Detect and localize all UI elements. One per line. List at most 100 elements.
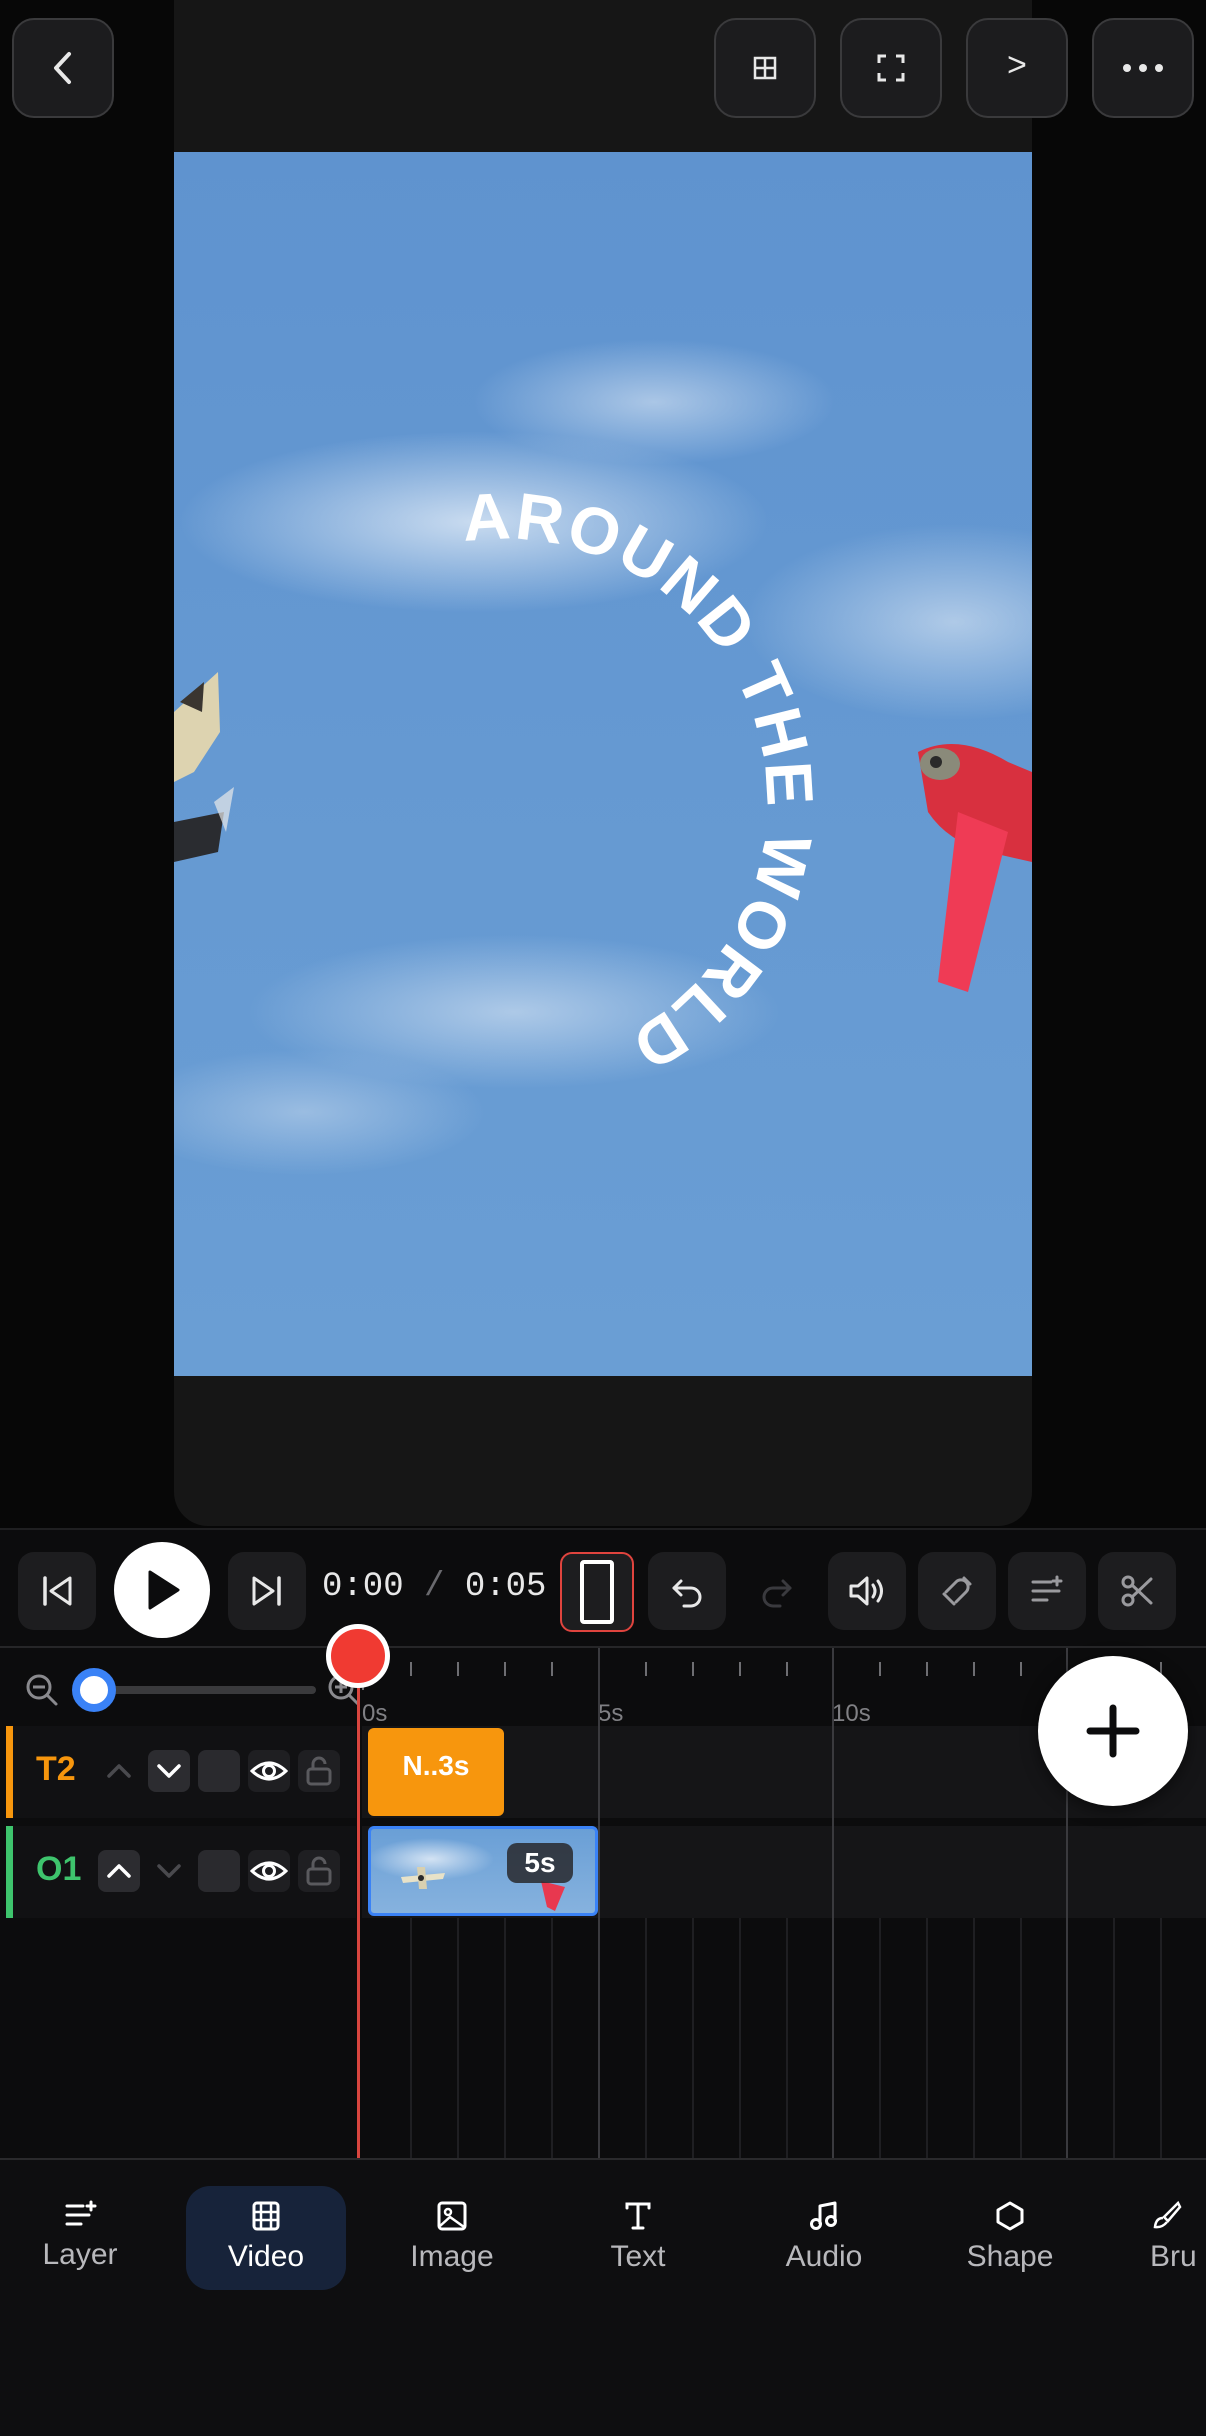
play-button[interactable]: [114, 1542, 210, 1638]
back-button[interactable]: [12, 18, 114, 118]
split-button[interactable]: [1098, 1552, 1176, 1630]
nav-item-brush[interactable]: Bru: [1112, 2186, 1206, 2290]
track-color-bar: [6, 1826, 13, 1918]
move-down-button[interactable]: [148, 1750, 190, 1792]
zoom-out-icon[interactable]: [24, 1672, 60, 1708]
image-icon: [437, 2201, 467, 2231]
nav-item-shape[interactable]: Shape: [930, 2186, 1090, 2290]
playhead-line: [357, 1648, 360, 2158]
undo-button[interactable]: [648, 1552, 726, 1630]
timecode: 0:00 / 0:05: [322, 1568, 546, 1606]
add-track-button[interactable]: [1008, 1552, 1086, 1630]
magnet-button[interactable]: [918, 1552, 996, 1630]
ruler-tick: [739, 1662, 741, 1676]
volume-button[interactable]: [828, 1552, 906, 1630]
nav-item-text[interactable]: Text: [558, 2186, 718, 2290]
grid-line: [645, 1918, 647, 2158]
track-color-bar: [6, 1726, 13, 1818]
nav-item-video[interactable]: Video: [186, 2186, 346, 2290]
skip-to-end-button[interactable]: [228, 1552, 306, 1630]
grid-line: [1113, 1918, 1115, 2158]
layer-icon: [65, 2200, 97, 2226]
clip-duration-badge: 5s: [507, 1843, 573, 1883]
chevron-up-icon: [107, 1864, 131, 1878]
zoom-slider[interactable]: [82, 1686, 316, 1694]
zoom-slider-thumb[interactable]: [72, 1668, 116, 1712]
grid-line: [598, 1648, 600, 2158]
move-down-button[interactable]: [148, 1850, 190, 1892]
nav-label: Layer: [42, 2238, 118, 2271]
current-time: 0:00: [322, 1568, 404, 1606]
video-canvas[interactable]: AROUND THE WORLD: [174, 152, 1032, 1376]
grid-line: [926, 1918, 928, 2158]
play-icon: [148, 1570, 180, 1610]
ruler-tick: [1020, 1662, 1022, 1676]
track-header: T2: [6, 1726, 356, 1818]
unlock-icon: [306, 1756, 332, 1786]
skip-to-start-icon: [43, 1576, 72, 1606]
lock-button[interactable]: [298, 1750, 340, 1792]
grid-button[interactable]: [714, 18, 816, 118]
track-name: O1: [36, 1850, 82, 1888]
clip-thumbnail-plane: [401, 1867, 445, 1889]
visibility-button[interactable]: [248, 1750, 290, 1792]
track-row-t2: T2: [0, 1726, 1206, 1818]
fullscreen-icon: [877, 54, 905, 82]
nav-label: Image: [410, 2240, 494, 2273]
chevron-down-icon: [157, 1764, 181, 1778]
music-icon: [810, 2201, 837, 2230]
grid-line: [1020, 1918, 1022, 2158]
grid-line: [1160, 1918, 1162, 2158]
grid-line: [739, 1918, 741, 2158]
skip-to-start-button[interactable]: [18, 1552, 96, 1630]
volume-icon: [849, 1576, 883, 1606]
nav-item-image[interactable]: Image: [372, 2186, 532, 2290]
eye-icon: [250, 1861, 288, 1881]
nav-label: Text: [610, 2240, 666, 2273]
nav-item-audio[interactable]: Audio: [744, 2186, 904, 2290]
ruler-tick: [692, 1662, 694, 1676]
console-label: >: [1006, 49, 1028, 87]
track-toggle-box[interactable]: [198, 1750, 240, 1792]
playhead-handle[interactable]: [326, 1624, 390, 1688]
grid-line: [551, 1918, 553, 2158]
track-row-o1: O1: [0, 1826, 1206, 1918]
nav-item-layer[interactable]: Layer: [0, 2186, 160, 2290]
track-toggle-box[interactable]: [198, 1850, 240, 1892]
ruler-tick: [504, 1662, 506, 1676]
preview-area: AROUND THE WORLD >: [0, 0, 1206, 1530]
visibility-button[interactable]: [248, 1850, 290, 1892]
more-button[interactable]: [1092, 18, 1194, 118]
timeline: 0s 5s 10s T2 O1: [0, 1648, 1206, 2158]
add-button[interactable]: [1038, 1656, 1188, 1806]
grid-icon: [753, 56, 777, 80]
grid-line: [973, 1918, 975, 2158]
video-clip[interactable]: 5s: [368, 1826, 598, 1916]
ruler-tick: [457, 1662, 459, 1676]
film-icon: [252, 2201, 280, 2231]
ruler-tick: [410, 1662, 412, 1676]
brush-icon: [1153, 2200, 1182, 2229]
eye-icon: [250, 1761, 288, 1781]
track-header: O1: [6, 1826, 356, 1918]
scissors-icon: [1121, 1575, 1153, 1607]
skip-to-end-icon: [252, 1576, 281, 1606]
move-up-button[interactable]: [98, 1850, 140, 1892]
grid-line: [504, 1918, 506, 2158]
text-clip[interactable]: N..3s: [368, 1728, 504, 1816]
lock-button[interactable]: [298, 1850, 340, 1892]
fullscreen-button[interactable]: [840, 18, 942, 118]
aspect-ratio-button[interactable]: [560, 1552, 634, 1632]
grid-line: [692, 1918, 694, 2158]
nav-label: Shape: [966, 2240, 1054, 2273]
move-up-button[interactable]: [98, 1750, 140, 1792]
unlock-icon: [306, 1856, 332, 1886]
undo-icon: [672, 1579, 702, 1608]
redo-button[interactable]: [738, 1552, 816, 1630]
console-button[interactable]: >: [966, 18, 1068, 118]
arc-text-overlay[interactable]: AROUND THE WORLD: [174, 152, 1032, 1376]
ruler-tick: [645, 1662, 647, 1676]
playback-toolbar: 0:00 / 0:05: [0, 1528, 1206, 1648]
time-separator: /: [424, 1568, 445, 1606]
bottom-nav: Layer Video Image Text Audio Shape Bru: [0, 2158, 1206, 2436]
